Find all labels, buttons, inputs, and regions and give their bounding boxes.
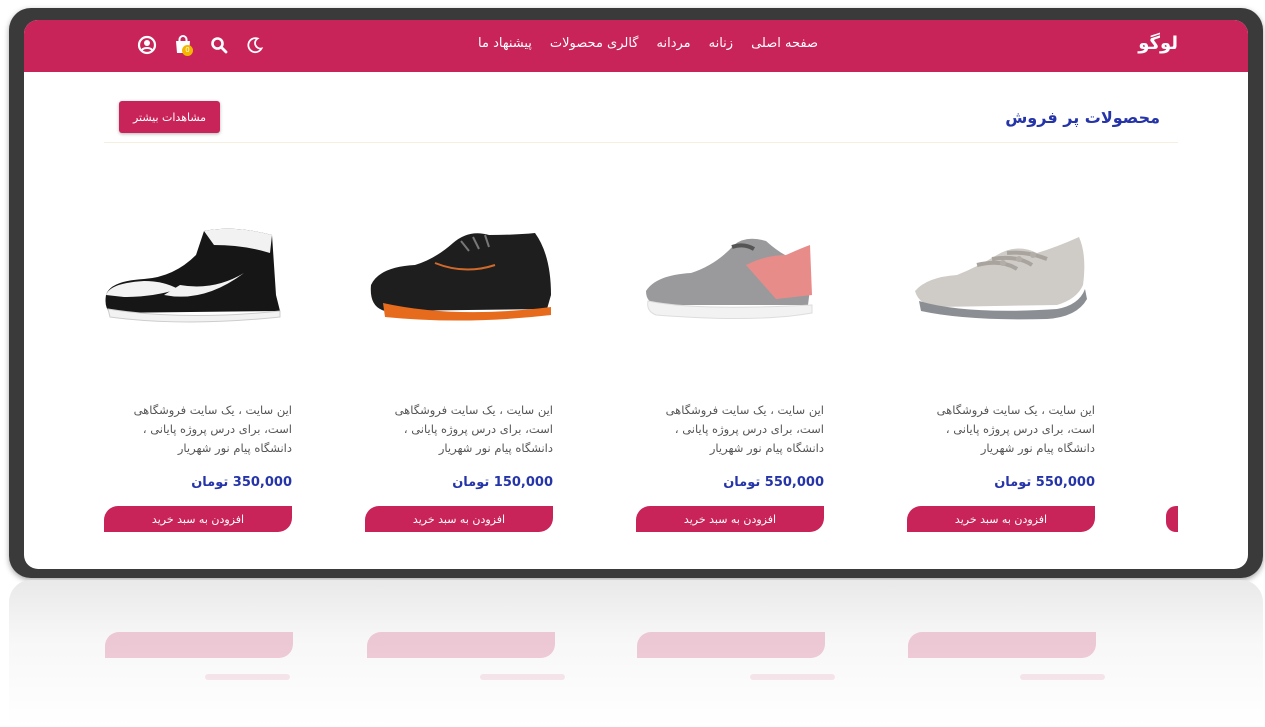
product-description: این سایت ، یک سایت فروشگاهی است، برای در… bbox=[936, 403, 1095, 455]
nav-link-suggestion[interactable]: پیشنهاد ما bbox=[478, 36, 532, 51]
view-more-button[interactable]: مشاهدات بیشتر bbox=[119, 101, 220, 133]
add-to-cart-button[interactable]: افزودن به سبد خرید bbox=[907, 506, 1095, 532]
dark-mode-icon[interactable] bbox=[244, 34, 266, 56]
product-description: این سایت ، یک سایت فروشگاهی است، برای در… bbox=[133, 403, 292, 455]
search-icon[interactable] bbox=[208, 34, 230, 56]
reflection-line bbox=[750, 674, 835, 680]
nav-link-gallery[interactable]: گالری محصولات bbox=[550, 36, 639, 51]
product-image-high-top-sneaker[interactable] bbox=[104, 225, 292, 335]
cart-count-badge: 0 bbox=[182, 45, 193, 56]
reflection-line bbox=[1020, 674, 1105, 680]
section-divider bbox=[104, 142, 1178, 143]
device-frame: لوگو صفحه اصلی زنانه مردانه گالری محصولا… bbox=[9, 8, 1263, 578]
product-price: 350,000 تومان bbox=[191, 475, 292, 490]
product-image-grey-knit-sneaker[interactable] bbox=[907, 225, 1095, 335]
nav-link-men[interactable]: مردانه bbox=[657, 36, 691, 51]
add-to-cart-button[interactable]: افزودن به سبد خرید bbox=[104, 506, 292, 532]
top-navbar: لوگو صفحه اصلی زنانه مردانه گالری محصولا… bbox=[24, 20, 1248, 72]
nav-icon-group: 0 bbox=[136, 34, 266, 56]
product-image-pink-grey-sneaker[interactable] bbox=[636, 225, 824, 335]
add-to-cart-button[interactable]: افزودن به سبد خرید bbox=[365, 506, 553, 532]
section-title: محصولات پر فروش bbox=[1005, 108, 1160, 127]
account-icon[interactable] bbox=[136, 34, 158, 56]
nav-link-home[interactable]: صفحه اصلی bbox=[751, 36, 818, 51]
product-price: 550,000 تومان bbox=[994, 475, 1095, 490]
product-price: 550,000 تومان bbox=[723, 475, 824, 490]
product-price: 150,000 تومان bbox=[452, 475, 553, 490]
reflection-button bbox=[637, 632, 825, 658]
reflection-line bbox=[205, 674, 290, 680]
product-image-black-sneaker[interactable] bbox=[365, 225, 553, 335]
cart-icon[interactable]: 0 bbox=[172, 34, 194, 56]
browser-viewport: لوگو صفحه اصلی زنانه مردانه گالری محصولا… bbox=[24, 20, 1248, 569]
product-description: این سایت ، یک سایت فروشگاهی است، برای در… bbox=[665, 403, 824, 455]
add-to-cart-button[interactable]: افزودن به سبد خرید bbox=[636, 506, 824, 532]
product-description: این سایت ، یک سایت فروشگاهی است، برای در… bbox=[394, 403, 553, 455]
reflection-button bbox=[367, 632, 555, 658]
reflection-button bbox=[908, 632, 1096, 658]
reflection-button bbox=[105, 632, 293, 658]
nav-link-women[interactable]: زنانه bbox=[709, 36, 733, 51]
next-product-peek[interactable] bbox=[1166, 506, 1178, 532]
reflection-line bbox=[480, 674, 565, 680]
